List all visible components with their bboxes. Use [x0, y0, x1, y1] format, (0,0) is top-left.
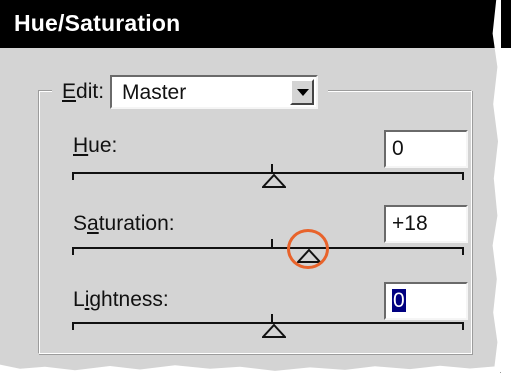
torn-edge-bottom [0, 364, 500, 373]
lightness-slider-thumb[interactable] [262, 324, 286, 338]
saturation-input[interactable]: +18 [384, 205, 468, 243]
triangle-up-icon [262, 324, 286, 338]
hue-slider-thumb[interactable] [262, 174, 286, 188]
edit-row: Edit: Master [52, 72, 329, 112]
saturation-label: Saturation: [73, 212, 175, 235]
lightness-input[interactable]: 0 [384, 282, 468, 320]
hue-label: Hue: [73, 134, 118, 157]
triangle-up-icon [262, 174, 286, 188]
torn-edge-right [492, 0, 501, 372]
hue-input[interactable]: 0 [384, 130, 468, 168]
annotation-circle [287, 229, 329, 269]
edit-label: Edit: [62, 80, 105, 103]
saturation-slider-track[interactable] [72, 239, 464, 255]
hue-saturation-dialog: Hue/Saturation Edit: Master Hue: 0 Satur… [0, 0, 511, 373]
edit-channel-value: Master [122, 81, 187, 104]
chevron-down-icon[interactable] [290, 79, 315, 105]
edit-channel-select[interactable]: Master [110, 75, 319, 109]
lightness-label: Lightness: [73, 288, 169, 311]
lightness-value-selected: 0 [392, 289, 406, 312]
window-title: Hue/Saturation [14, 10, 181, 36]
title-bar[interactable]: Hue/Saturation [0, 0, 511, 48]
